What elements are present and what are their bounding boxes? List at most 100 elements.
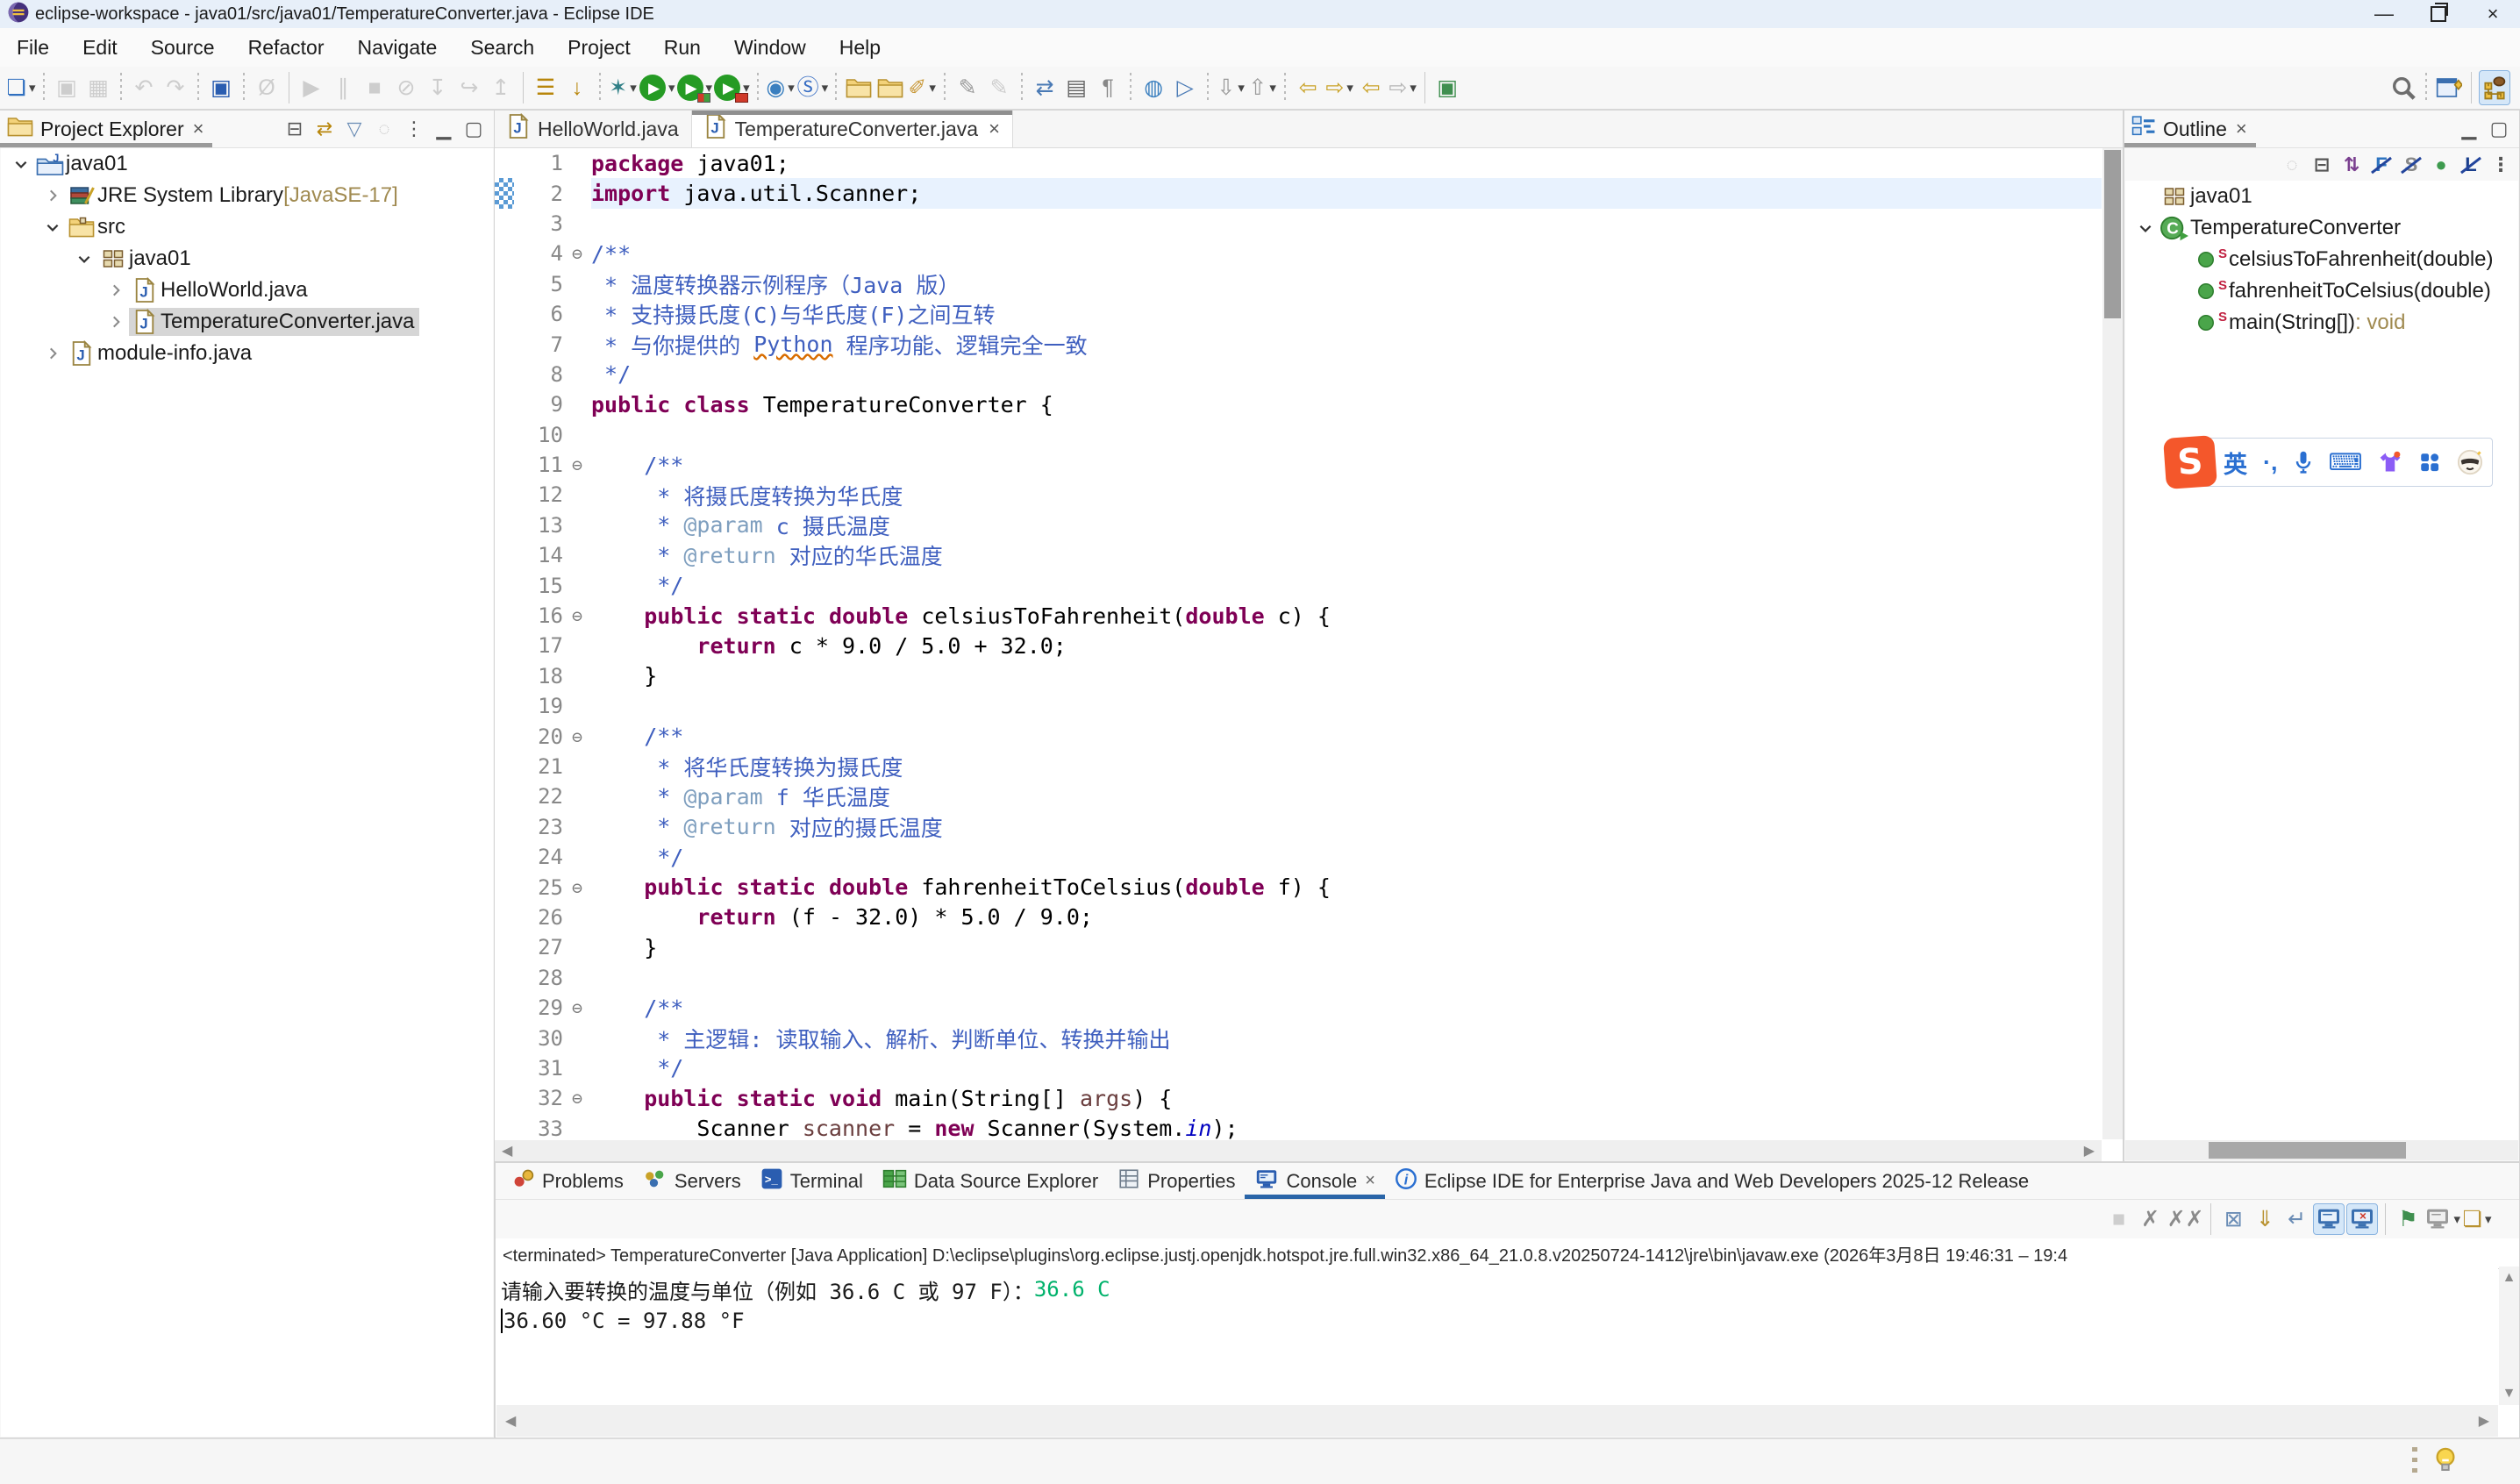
step-into-icon[interactable]: ↧: [423, 71, 453, 104]
chevron-right-icon[interactable]: [39, 188, 66, 203]
code-line-28[interactable]: 28: [495, 963, 2102, 993]
highlighter-icon[interactable]: ✐▾: [907, 71, 937, 104]
menu-search[interactable]: Search: [453, 28, 551, 67]
outline-item-temperatureconverter[interactable]: CTemperatureConverter: [2125, 212, 2518, 244]
notifications-icon[interactable]: [2432, 1446, 2459, 1477]
project-item-java01[interactable]: Jjava01: [1, 148, 493, 180]
java-ee-perspective-icon[interactable]: [2479, 70, 2510, 105]
next-edit-location-icon[interactable]: ⇨▾: [1324, 71, 1354, 104]
outline-item-fahrenheittocelsius-double-[interactable]: SfahrenheitToCelsius(double): [2125, 275, 2518, 307]
menu-project[interactable]: Project: [551, 28, 647, 67]
project-item-java01[interactable]: java01: [1, 243, 493, 275]
mascot-icon[interactable]: [2457, 449, 2483, 475]
outline-item-main-string-[interactable]: Smain(String[]) : void: [2125, 307, 2518, 339]
code-line-8[interactable]: 8 */: [495, 360, 2102, 389]
sort-icon[interactable]: ⇅: [2337, 150, 2367, 180]
scroll-right-arrow[interactable]: ▶: [2479, 1412, 2489, 1430]
step-over-icon[interactable]: ↪: [454, 71, 484, 104]
code-line-4[interactable]: 4⊖/**: [495, 239, 2102, 268]
close-icon[interactable]: ×: [2236, 118, 2247, 140]
open-web-browser-icon[interactable]: ◍: [1139, 71, 1168, 104]
save-icon[interactable]: ▣: [52, 71, 82, 104]
code-line-18[interactable]: 18 }: [495, 661, 2102, 691]
scroll-left-arrow[interactable]: ◀: [502, 1142, 512, 1159]
fold-collapse-icon[interactable]: ⊖: [563, 243, 591, 264]
fold-collapse-icon[interactable]: ⊖: [563, 1088, 591, 1109]
disconnect-icon[interactable]: ⊘: [391, 71, 421, 104]
code-line-27[interactable]: 27 }: [495, 932, 2102, 962]
sogou-logo-icon[interactable]: S: [2163, 435, 2217, 489]
view-menu-icon[interactable]: ⋮: [2486, 150, 2516, 180]
code-line-32[interactable]: 32⊖ public static void main(String[] arg…: [495, 1083, 2102, 1113]
editor-tab-helloworld.java[interactable]: JHelloWorld.java: [495, 111, 691, 147]
code-line-3[interactable]: 3: [495, 209, 2102, 239]
focus-on-active-task-icon[interactable]: ◌: [369, 114, 399, 144]
code-line-16[interactable]: 16⊖ public static double celsiusToFahren…: [495, 601, 2102, 631]
editor-tab-temperatureconverter.java[interactable]: JTemperatureConverter.java×: [691, 111, 1013, 147]
skin-icon[interactable]: [2378, 450, 2402, 474]
scroll-down-arrow[interactable]: ▼: [2502, 1386, 2516, 1402]
scroll-left-arrow[interactable]: ◀: [505, 1412, 516, 1430]
chevron-right-icon[interactable]: [39, 346, 66, 361]
menu-help[interactable]: Help: [823, 28, 897, 67]
fold-collapse-icon[interactable]: ⊖: [563, 454, 591, 475]
code-line-33[interactable]: 33 Scanner scanner = new Scanner(System.…: [495, 1114, 2102, 1140]
code-line-29[interactable]: 29⊖ /**: [495, 993, 2102, 1023]
web-service-explorer-icon[interactable]: Ⓢ▾: [797, 71, 829, 104]
console-vertical-scrollbar[interactable]: ▲ ▼: [2499, 1266, 2519, 1405]
console-output[interactable]: 请输入要转换的温度与单位（例如 36.6 C 或 97 F）：36.6 C36.…: [496, 1268, 2498, 1405]
keyboard-icon[interactable]: ⌨: [2329, 449, 2363, 476]
console-horizontal-scrollbar[interactable]: ◀ ▶: [496, 1405, 2498, 1437]
code-line-20[interactable]: 20⊖ /**: [495, 721, 2102, 751]
filter-icon[interactable]: ▽: [339, 114, 369, 144]
pin-console-icon[interactable]: ⚑: [2393, 1204, 2423, 1234]
tab-properties[interactable]: Properties: [1108, 1163, 1245, 1199]
back-icon[interactable]: ⇦: [1356, 71, 1386, 104]
run-external-tools-icon[interactable]: ▷: [1170, 71, 1200, 104]
focus-on-active-task-icon[interactable]: ◌: [2277, 150, 2307, 180]
run-icon[interactable]: ▶▾: [639, 71, 675, 104]
show-selected-element-icon[interactable]: ▤: [1061, 71, 1091, 104]
previous-annotation-icon[interactable]: ⇧▾: [1247, 71, 1277, 104]
minimize-icon[interactable]: ▁: [429, 114, 459, 144]
fold-collapse-icon[interactable]: ⊖: [563, 877, 591, 898]
new-web-service-icon[interactable]: ◉▾: [766, 71, 796, 104]
display-selected-console-icon[interactable]: ▾: [2424, 1204, 2460, 1234]
menu-file[interactable]: File: [0, 28, 66, 67]
code-line-13[interactable]: 13 * @param c 摄氏温度: [495, 510, 2102, 540]
tab-console[interactable]: Console×: [1245, 1163, 1384, 1199]
code-line-26[interactable]: 26 return (f - 32.0) * 5.0 / 9.0;: [495, 903, 2102, 932]
show-whitespace-icon[interactable]: ¶: [1093, 71, 1123, 104]
code-line-25[interactable]: 25⊖ public static double fahrenheitToCel…: [495, 872, 2102, 902]
run-history-icon[interactable]: ↓: [562, 71, 592, 104]
maximize-icon[interactable]: ▢: [459, 114, 489, 144]
editor-vertical-scrollbar[interactable]: [2102, 148, 2123, 1139]
code-line-12[interactable]: 12 * 将摄氏度转换为华氏度: [495, 480, 2102, 510]
resume-icon[interactable]: ▶: [296, 71, 326, 104]
search-icon[interactable]: [2388, 71, 2418, 104]
remove-launch-icon[interactable]: ✗: [2136, 1204, 2166, 1234]
close-icon[interactable]: ×: [989, 118, 1000, 140]
lang-mode-icon[interactable]: 英: [2224, 446, 2247, 480]
code-line-17[interactable]: 17 return c * 9.0 / 5.0 + 32.0;: [495, 631, 2102, 660]
word-wrap-icon[interactable]: ↵: [2281, 1204, 2311, 1234]
code-line-10[interactable]: 10: [495, 420, 2102, 450]
coverage-icon[interactable]: ▶▾: [677, 71, 713, 104]
next-annotation-icon[interactable]: ⇩▾: [1216, 71, 1246, 104]
project-item-jre-system-library[interactable]: JRE System Library [JavaSE-17]: [1, 180, 493, 211]
maximize-view-icon[interactable]: ▢: [2484, 114, 2514, 144]
chevron-right-icon[interactable]: [103, 314, 129, 330]
export-icon[interactable]: [875, 71, 905, 104]
import-icon[interactable]: [844, 71, 874, 104]
hide-non-public-members-icon[interactable]: ●: [2426, 150, 2456, 180]
code-line-19[interactable]: 19: [495, 691, 2102, 721]
code-line-24[interactable]: 24 */: [495, 842, 2102, 872]
use-step-filters-icon[interactable]: ☰: [531, 71, 560, 104]
view-menu-icon[interactable]: ⋮: [399, 114, 429, 144]
show-on-stdout-icon[interactable]: [2313, 1203, 2345, 1235]
menu-source[interactable]: Source: [134, 28, 232, 67]
code-line-21[interactable]: 21 * 将华氏度转换为摄氏度: [495, 752, 2102, 781]
code-line-23[interactable]: 23 * @return 对应的摄氏温度: [495, 812, 2102, 842]
terminate-icon[interactable]: ■: [2104, 1204, 2134, 1234]
outline-horizontal-scrollbar[interactable]: [2125, 1140, 2518, 1160]
